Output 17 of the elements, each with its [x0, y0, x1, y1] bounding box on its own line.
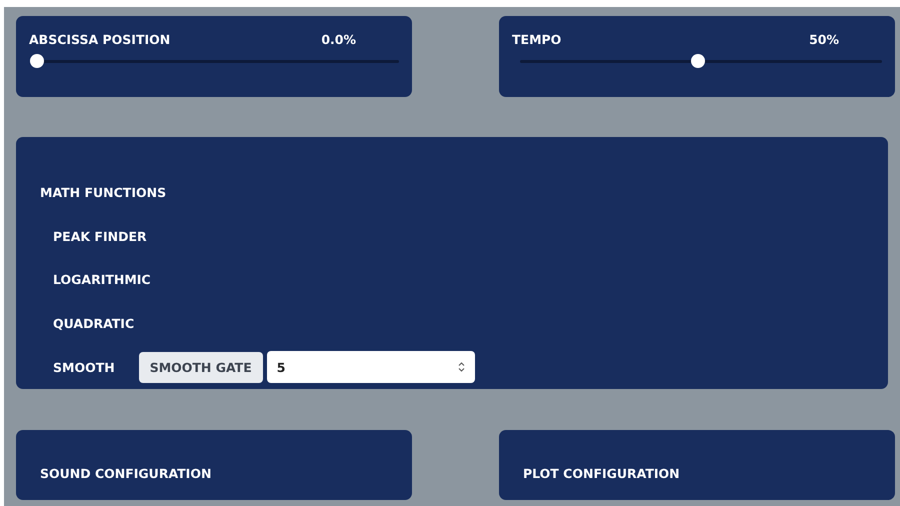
- function-label: SMOOTH: [53, 360, 115, 375]
- function-label: QUADRATIC: [53, 316, 134, 332]
- panel-title: SOUND CONFIGURATION: [40, 466, 212, 481]
- function-label: LOGARITHMIC: [53, 272, 151, 288]
- slider[interactable]: [30, 54, 399, 68]
- slider-label: TEMPO: [512, 32, 562, 47]
- slider-label: ABSCISSA POSITION: [29, 32, 170, 47]
- panel-title: PLOT CONFIGURATION: [523, 466, 680, 481]
- slider-thumb[interactable]: [690, 54, 704, 68]
- slider-reading: 0.0%: [321, 32, 356, 47]
- panel-title: MATH FUNCTIONS: [40, 185, 166, 200]
- number-field[interactable]: 5: [266, 351, 475, 384]
- spinner-icon[interactable]: [458, 361, 465, 374]
- function-label: PEAK FINDER: [53, 228, 147, 244]
- slider-thumb[interactable]: [30, 54, 44, 68]
- slider-reading: 50%: [809, 32, 839, 47]
- input-addon: SMOOTH GATE: [138, 352, 263, 383]
